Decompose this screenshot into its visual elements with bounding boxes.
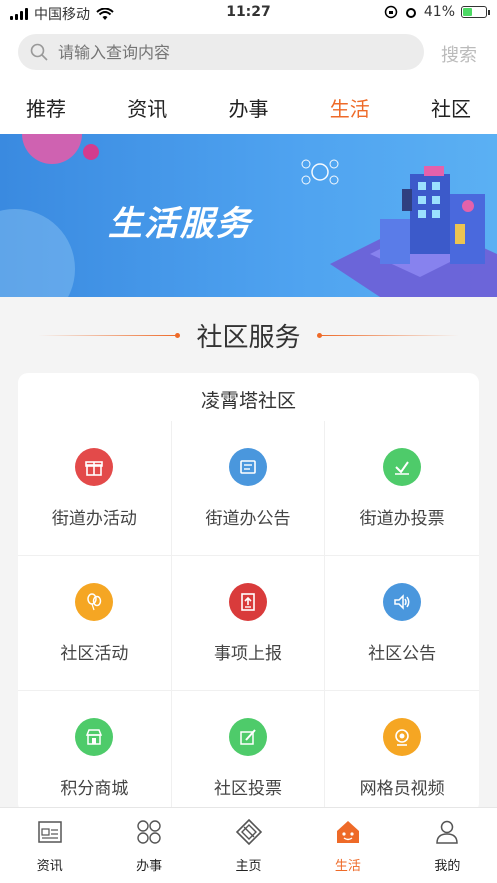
service-label: 网格员视频 <box>359 778 445 799</box>
life-house-icon <box>334 817 362 847</box>
banner-title: 生活服务 <box>108 204 252 244</box>
service-item-points-mall[interactable]: 积分商城 <box>18 691 172 813</box>
nav-news[interactable]: 资讯 <box>0 808 99 883</box>
nav-life[interactable]: 生活 <box>298 808 397 883</box>
nav-label: 我的 <box>434 859 461 874</box>
nav-affairs[interactable]: 办事 <box>99 808 198 883</box>
battery-percent: 41% <box>423 4 455 20</box>
service-item-community-activity[interactable]: 社区活动 <box>18 556 172 691</box>
search-bar: 搜索 <box>0 26 497 80</box>
tab-community[interactable]: 社区 <box>425 93 477 122</box>
divider-left <box>38 332 181 338</box>
search-icon <box>30 43 48 61</box>
speaker-icon <box>383 582 422 621</box>
nav-mine[interactable]: 我的 <box>398 808 497 883</box>
nav-label: 资讯 <box>36 859 63 874</box>
service-label: 街道办公告 <box>205 508 291 529</box>
alarm-icon <box>405 8 416 18</box>
status-bar: 中国移动 11:27 41% <box>0 0 497 26</box>
nav-label: 主页 <box>235 859 262 874</box>
pen-vote-icon <box>228 717 267 756</box>
status-right: 41% <box>384 4 490 20</box>
community-name: 凌霄塔社区 <box>200 390 296 412</box>
top-tabs: 推荐 资讯 办事 生活 社区 <box>0 80 497 134</box>
gift-icon <box>75 447 114 486</box>
service-label: 社区活动 <box>60 643 129 664</box>
service-label: 社区公告 <box>368 643 437 664</box>
report-upload-icon <box>228 582 267 621</box>
nav-label: 生活 <box>334 859 361 874</box>
service-label: 社区投票 <box>213 778 282 799</box>
battery-icon <box>461 6 490 18</box>
banner[interactable]: 生活服务 <box>0 134 497 297</box>
tab-life[interactable]: 生活 <box>324 93 376 122</box>
service-item-street-activity[interactable]: 街道办活动 <box>18 421 172 556</box>
divider-right <box>316 332 459 338</box>
service-item-community-notice[interactable]: 社区公告 <box>325 556 479 691</box>
home-logo-icon <box>235 817 263 847</box>
service-label: 街道办活动 <box>51 508 137 529</box>
service-item-grid-video[interactable]: 网格员视频 <box>325 691 479 813</box>
lock-rotation-icon <box>384 5 398 19</box>
service-item-street-vote[interactable]: 街道办投票 <box>325 421 479 556</box>
tab-recommend[interactable]: 推荐 <box>20 93 72 122</box>
search-button[interactable]: 搜索 <box>441 41 477 67</box>
community-card: 凌霄塔社区 街道办活动 街道办公告 街道办投票 社区活动 事项上报 社区公告 积… <box>18 373 479 813</box>
vote-icon <box>383 447 422 486</box>
bottom-nav: 资讯 办事 主页 生活 我的 <box>0 807 497 883</box>
shop-icon <box>75 717 114 756</box>
balloon-icon <box>75 582 114 621</box>
service-item-report[interactable]: 事项上报 <box>171 556 326 691</box>
search-box[interactable] <box>18 34 424 70</box>
section-header: 社区服务 <box>0 300 497 370</box>
service-grid: 街道办活动 街道办公告 街道办投票 社区活动 事项上报 社区公告 积分商城 社区… <box>18 421 479 813</box>
section-title: 社区服务 <box>196 322 301 353</box>
nav-label: 办事 <box>136 859 163 874</box>
tab-news[interactable]: 资讯 <box>121 93 173 122</box>
tab-affairs[interactable]: 办事 <box>223 93 275 122</box>
service-item-street-notice[interactable]: 街道办公告 <box>171 421 326 556</box>
camera-icon <box>383 717 422 756</box>
grid-circles-icon <box>136 817 162 847</box>
service-label: 街道办投票 <box>359 508 445 529</box>
service-label: 事项上报 <box>213 643 282 664</box>
notice-icon <box>228 447 267 486</box>
news-icon <box>37 817 63 847</box>
search-input[interactable] <box>56 41 400 63</box>
service-label: 积分商城 <box>60 778 129 799</box>
service-item-community-vote[interactable]: 社区投票 <box>172 691 326 813</box>
nav-home[interactable]: 主页 <box>199 808 298 883</box>
user-icon <box>434 817 460 847</box>
